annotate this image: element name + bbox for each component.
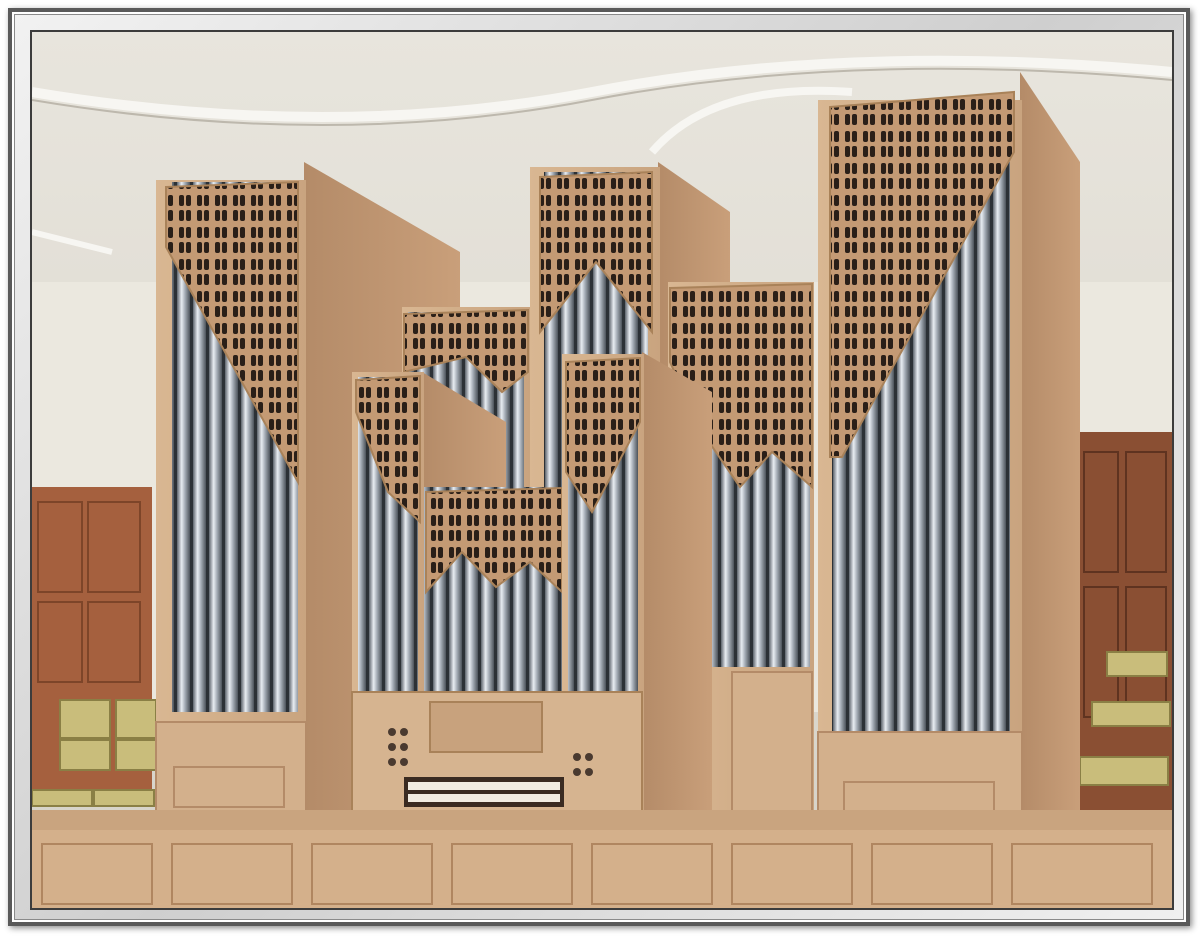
keyboard (404, 777, 564, 807)
organ-illustration (32, 32, 1172, 908)
music-desk (429, 701, 543, 753)
right-tower (817, 72, 1080, 843)
gallery-rail (32, 810, 1172, 908)
organ-photo (30, 30, 1174, 910)
